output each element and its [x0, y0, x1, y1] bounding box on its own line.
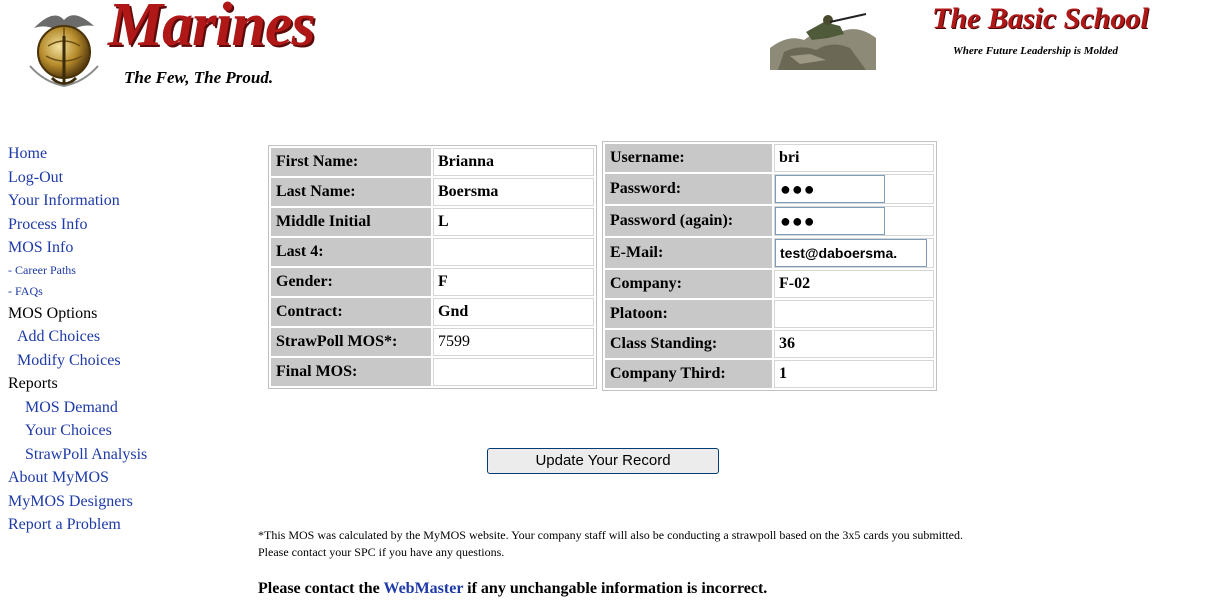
table-row: Password (again): ●●●	[605, 206, 934, 236]
last4-label: Last 4:	[271, 238, 431, 266]
strawpoll-mos-label: StrawPoll MOS*:	[271, 328, 431, 356]
table-row: Final MOS:	[271, 358, 594, 386]
last-name-value: Boersma	[433, 178, 594, 206]
company-third-label: Company Third:	[605, 360, 772, 388]
strawpoll-mos-value: 7599	[433, 328, 594, 356]
gender-value: F	[433, 268, 594, 296]
first-name-value: Brianna	[433, 148, 594, 176]
table-row: Last Name: Boersma	[271, 178, 594, 206]
password-input[interactable]: ●●●	[775, 175, 885, 203]
account-info-table: Username: bri Password: ●●● Password (ag…	[602, 141, 937, 391]
company-label: Company:	[605, 270, 772, 298]
nav-modify-choices[interactable]: Modify Choices	[8, 349, 208, 373]
table-row: Middle Initial L	[271, 208, 594, 236]
final-mos-label: Final MOS:	[271, 358, 431, 386]
contract-label: Contract:	[271, 298, 431, 326]
gender-label: Gender:	[271, 268, 431, 296]
table-row: StrawPoll MOS*: 7599	[271, 328, 594, 356]
nav-home[interactable]: Home	[8, 142, 208, 166]
company-third-value: 1	[774, 360, 934, 388]
nav-reports-heading: Reports	[8, 375, 58, 392]
side-nav: Home Log-Out Your Information Process In…	[8, 142, 208, 537]
table-row: Platoon:	[605, 300, 934, 328]
contact-text-after: if any unchangable information is incorr…	[463, 580, 768, 597]
nav-mymos-designers[interactable]: MyMOS Designers	[8, 490, 208, 514]
table-row: E-Mail: test@daboersma.	[605, 238, 934, 268]
nav-faqs[interactable]: - FAQs	[8, 281, 208, 302]
basic-school-tagline: Where Future Leadership is Molded	[953, 45, 1119, 57]
nav-your-information[interactable]: Your Information	[8, 189, 208, 213]
table-row: Last 4:	[271, 238, 594, 266]
username-label: Username:	[605, 144, 772, 172]
soldier-photo-image	[770, 4, 876, 70]
marines-logo-text: Marines	[108, 0, 316, 59]
last4-value	[433, 238, 594, 266]
table-row: Company Third: 1	[605, 360, 934, 388]
password-label: Password:	[605, 174, 772, 204]
nav-strawpoll-analysis[interactable]: StrawPoll Analysis	[8, 443, 208, 467]
password-again-label: Password (again):	[605, 206, 772, 236]
middle-initial-value: L	[433, 208, 594, 236]
table-row: Class Standing: 36	[605, 330, 934, 358]
nav-mos-options-heading: MOS Options	[8, 304, 98, 322]
email-input[interactable]: test@daboersma.	[775, 239, 927, 267]
personal-info-table: First Name: Brianna Last Name: Boersma M…	[268, 145, 597, 389]
nav-your-choices[interactable]: Your Choices	[8, 419, 208, 443]
table-row: Contract: Gnd	[271, 298, 594, 326]
class-standing-label: Class Standing:	[605, 330, 772, 358]
first-name-label: First Name:	[271, 148, 431, 176]
middle-initial-label: Middle Initial	[271, 208, 431, 236]
nav-mos-demand[interactable]: MOS Demand	[8, 396, 208, 420]
email-label: E-Mail:	[605, 238, 772, 268]
platoon-value	[774, 300, 934, 328]
contact-message: Please contact the WebMaster if any unch…	[258, 580, 767, 598]
nav-report-problem[interactable]: Report a Problem	[8, 513, 208, 537]
company-value: F-02	[774, 270, 934, 298]
nav-add-choices[interactable]: Add Choices	[8, 325, 208, 349]
nav-process-info[interactable]: Process Info	[8, 213, 208, 237]
table-row: Username: bri	[605, 144, 934, 172]
webmaster-link[interactable]: WebMaster	[383, 580, 463, 597]
marines-tagline: The Few, The Proud.	[124, 68, 274, 87]
nav-mos-info[interactable]: MOS Info	[8, 236, 208, 260]
username-value: bri	[774, 144, 934, 172]
marines-logo: Marines The Few, The Proud.	[20, 0, 320, 100]
update-record-button[interactable]: Update Your Record	[487, 448, 719, 474]
table-row: Password: ●●●	[605, 174, 934, 204]
eagle-globe-anchor-emblem-icon	[29, 15, 99, 88]
final-mos-value	[433, 358, 594, 386]
table-row: Gender: F	[271, 268, 594, 296]
mos-footnote: *This MOS was calculated by the MyMOS we…	[258, 528, 964, 559]
basic-school-logo-text: The Basic School	[932, 2, 1149, 35]
table-row: First Name: Brianna	[271, 148, 594, 176]
nav-about-mymos[interactable]: About MyMOS	[8, 466, 208, 490]
platoon-label: Platoon:	[605, 300, 772, 328]
contact-text-before: Please contact the	[258, 580, 384, 597]
last-name-label: Last Name:	[271, 178, 431, 206]
class-standing-value: 36	[774, 330, 934, 358]
contract-value: Gnd	[433, 298, 594, 326]
password-again-input[interactable]: ●●●	[775, 207, 885, 235]
table-row: Company: F-02	[605, 270, 934, 298]
nav-career-paths[interactable]: - Career Paths	[8, 260, 208, 281]
nav-logout[interactable]: Log-Out	[8, 166, 208, 190]
